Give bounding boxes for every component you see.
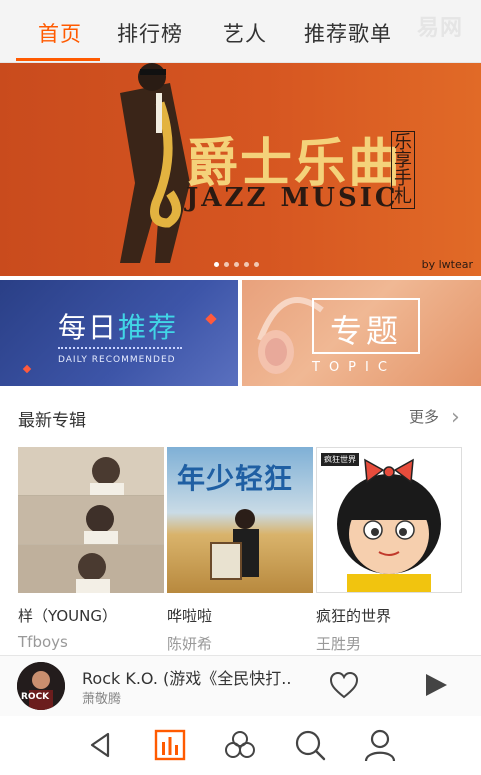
album-title: 哗啦啦	[167, 607, 213, 625]
album-cover	[18, 447, 164, 593]
search-icon[interactable]	[293, 728, 327, 762]
banner-credit: by lwtear	[421, 258, 473, 271]
topic-subtitle: TOPIC	[312, 360, 396, 375]
album-title: 样（YOUNG）	[18, 607, 117, 625]
watermark-logo: 易网	[416, 16, 463, 41]
carousel-dot[interactable]	[254, 262, 259, 267]
mini-player[interactable]: ROCK Rock K.O. (游戏《全民快打.. 萧敬腾	[0, 655, 481, 717]
diamond-decoration	[22, 364, 32, 374]
tab-home[interactable]: 首页	[38, 18, 82, 48]
album-card[interactable]: 样（YOUNG） Tfboys	[18, 447, 164, 651]
latest-albums-heading: 最新专辑	[18, 411, 86, 431]
album-card[interactable]: 疯狂世界 疯狂的世界 王胜男	[316, 447, 462, 653]
topic-title: 专题	[329, 312, 402, 350]
discover-icon[interactable]	[223, 728, 257, 762]
active-tab-indicator	[16, 58, 100, 61]
featured-banner[interactable]: 爵士乐曲 JAZZ MUSIC 乐享手札 by lwtear	[0, 63, 481, 276]
topic-card[interactable]: 专题 TOPIC	[242, 280, 481, 386]
tab-recommended-playlists[interactable]: 推荐歌单	[304, 18, 392, 48]
carousel-dot[interactable]	[234, 262, 239, 267]
carousel-dot[interactable]	[244, 262, 249, 267]
album-cover: 疯狂世界	[316, 447, 462, 593]
now-playing-artist: 萧敬腾	[82, 692, 122, 707]
daily-recommended-subtitle: DAILY RECOMMENDED	[58, 355, 176, 365]
more-link[interactable]: 更多	[409, 406, 439, 427]
heart-icon[interactable]	[328, 670, 360, 700]
profile-icon[interactable]	[363, 728, 397, 762]
dotted-divider	[58, 347, 182, 349]
charts-icon[interactable]	[153, 728, 187, 762]
banner-vertical-tag: 乐享手札	[391, 131, 415, 209]
daily-recommended-card[interactable]: 每日推荐 DAILY RECOMMENDED	[0, 280, 238, 386]
bottom-navigation	[0, 716, 481, 775]
now-playing-cover-text: ROCK	[21, 692, 50, 702]
play-icon[interactable]	[423, 672, 449, 698]
tab-charts[interactable]: 排行榜	[117, 18, 183, 48]
back-icon[interactable]	[84, 728, 118, 762]
album-title: 疯狂的世界	[316, 607, 392, 625]
album-card[interactable]: 年少轻狂 哗啦啦 陈妍希	[167, 447, 313, 653]
tab-artists[interactable]: 艺人	[223, 18, 267, 48]
chevron-right-icon[interactable]: ›	[451, 405, 460, 430]
album-cover: 年少轻狂	[167, 447, 313, 593]
now-playing-title: Rock K.O. (游戏《全民快打..	[82, 669, 292, 688]
album-artist: 陈妍希	[167, 635, 213, 653]
now-playing-cover[interactable]: ROCK	[17, 662, 65, 710]
carousel-dot[interactable]	[214, 262, 219, 267]
top-tab-bar: 首页 排行榜 艺人 推荐歌单 易网	[0, 0, 481, 63]
album-artist: 王胜男	[316, 635, 362, 653]
topic-title-box: 专题	[312, 298, 420, 354]
banner-subtitle: JAZZ MUSIC	[186, 183, 399, 213]
daily-recommended-title: 每日推荐	[58, 311, 179, 344]
diamond-decoration	[205, 313, 217, 325]
carousel-dot[interactable]	[224, 262, 229, 267]
album-artist: Tfboys	[18, 633, 68, 651]
